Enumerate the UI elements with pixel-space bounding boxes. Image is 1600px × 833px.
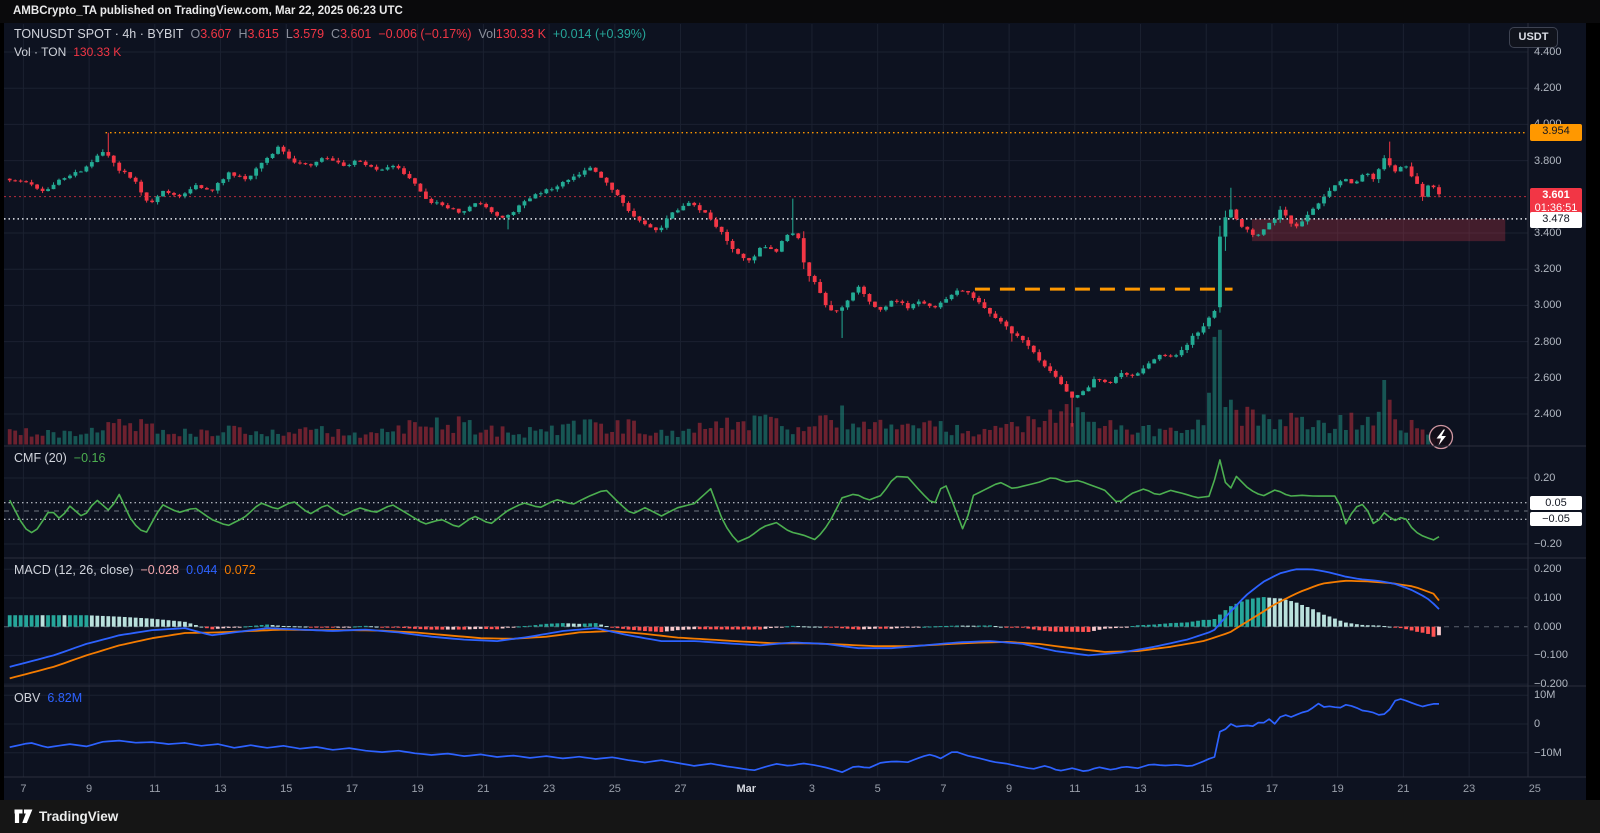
macd-title[interactable]: MACD (12, 26, close) <box>14 563 133 577</box>
obv-title[interactable]: OBV <box>14 691 40 705</box>
swing-high-price-label: 3.954 <box>1530 124 1582 141</box>
volume-legend: Vol130.33 K <box>478 27 545 41</box>
symbol-title[interactable]: TONUSDT SPOT · 4h · BYBIT <box>14 27 183 41</box>
chart-canvas[interactable] <box>0 0 1600 800</box>
time-axis-label: 17 <box>1266 783 1278 795</box>
time-axis-label: 15 <box>280 783 292 795</box>
price-axis-tick: 2.800 <box>1534 335 1562 349</box>
time-axis-label: 11 <box>149 783 160 795</box>
obv-axis-tick: 0 <box>1534 717 1540 731</box>
cmf-axis-tick: 0.20 <box>1534 471 1555 485</box>
price-axis-tick: 2.600 <box>1534 371 1562 385</box>
obv-axis-tick: 10M <box>1534 688 1555 702</box>
obv-legend: OBV 6.82M <box>14 691 82 705</box>
tradingview-logo-text: TradingView <box>39 809 118 824</box>
time-axis-label: 23 <box>1463 783 1475 795</box>
time-axis-label: 9 <box>1006 783 1012 795</box>
time-axis-label: Mar <box>736 783 756 795</box>
cmf-level-label: −0.05 <box>1530 512 1582 526</box>
macd-legend: MACD (12, 26, close) −0.028 0.044 0.072 <box>14 563 256 577</box>
time-axis-label: 19 <box>1332 783 1344 795</box>
macd-axis-tick: 0.100 <box>1534 591 1562 605</box>
tradingview-logo-icon <box>14 809 33 824</box>
time-axis-label: 21 <box>477 783 489 795</box>
tradingview-logo[interactable]: TradingView <box>14 809 118 824</box>
cmf-level-label: 0.05 <box>1530 496 1582 510</box>
time-axis-label: 13 <box>214 783 226 795</box>
time-axis-label: 5 <box>875 783 881 795</box>
time-axis-label: 25 <box>609 783 621 795</box>
price-axis-tick: 4.200 <box>1534 81 1562 95</box>
volume-change: +0.014 (+0.39%) <box>553 27 646 41</box>
volume-indicator-value: 130.33 K <box>73 45 121 59</box>
macd-signal-value: 0.072 <box>224 563 255 577</box>
price-axis-tick: 3.000 <box>1534 298 1562 312</box>
symbol-legend: TONUSDT SPOT · 4h · BYBIT O3.607 H3.615 … <box>14 27 646 41</box>
cmf-legend: CMF (20) −0.16 <box>14 451 105 465</box>
footer-bar: TradingView <box>0 800 1600 833</box>
obv-axis-tick: −10M <box>1534 746 1562 760</box>
cmf-axis-tick: −0.20 <box>1534 537 1562 551</box>
time-axis-label: 13 <box>1134 783 1146 795</box>
ohlc-low: L3.579 <box>286 27 324 41</box>
price-change: −0.006 (−0.17%) <box>378 27 471 41</box>
support-price-label: 3.478 <box>1530 212 1582 228</box>
time-axis-label: 7 <box>940 783 946 795</box>
ohlc-close: C3.601 <box>331 27 371 41</box>
time-axis-label: 25 <box>1529 783 1541 795</box>
time-axis-label: 17 <box>346 783 358 795</box>
price-axis-tick: 3.200 <box>1534 262 1562 276</box>
macd-axis-tick: −0.100 <box>1534 648 1568 662</box>
cmf-title[interactable]: CMF (20) <box>14 451 67 465</box>
macd-axis-tick: 0.000 <box>1534 620 1562 634</box>
price-axis-tick: 2.400 <box>1534 407 1562 421</box>
macd-axis-tick: 0.200 <box>1534 562 1562 576</box>
volume-indicator-legend: Vol · TON 130.33 K <box>14 45 121 59</box>
macd-hist-value: −0.028 <box>140 563 179 577</box>
volume-indicator-title[interactable]: Vol · TON <box>14 45 66 59</box>
time-axis-label: 23 <box>543 783 555 795</box>
price-axis-tick: 4.400 <box>1534 45 1562 59</box>
time-axis-label: 11 <box>1069 783 1080 795</box>
time-axis-label: 15 <box>1200 783 1212 795</box>
last-price-value: 3.601 <box>1530 189 1582 202</box>
ohlc-high: H3.615 <box>239 27 279 41</box>
time-axis-label: 7 <box>20 783 26 795</box>
macd-line-value: 0.044 <box>186 563 217 577</box>
time-axis-label: 27 <box>674 783 686 795</box>
price-axis-tick: 3.800 <box>1534 154 1562 168</box>
cmf-value: −0.16 <box>74 451 106 465</box>
obv-value: 6.82M <box>47 691 82 705</box>
time-axis-label: 3 <box>809 783 815 795</box>
ohlc-open: O3.607 <box>190 27 231 41</box>
time-axis-label: 19 <box>412 783 424 795</box>
price-axis-tick: 3.400 <box>1534 226 1562 240</box>
time-axis-label: 21 <box>1397 783 1409 795</box>
time-axis-label: 9 <box>86 783 92 795</box>
quick-trade-lightning-button[interactable] <box>1430 426 1453 449</box>
